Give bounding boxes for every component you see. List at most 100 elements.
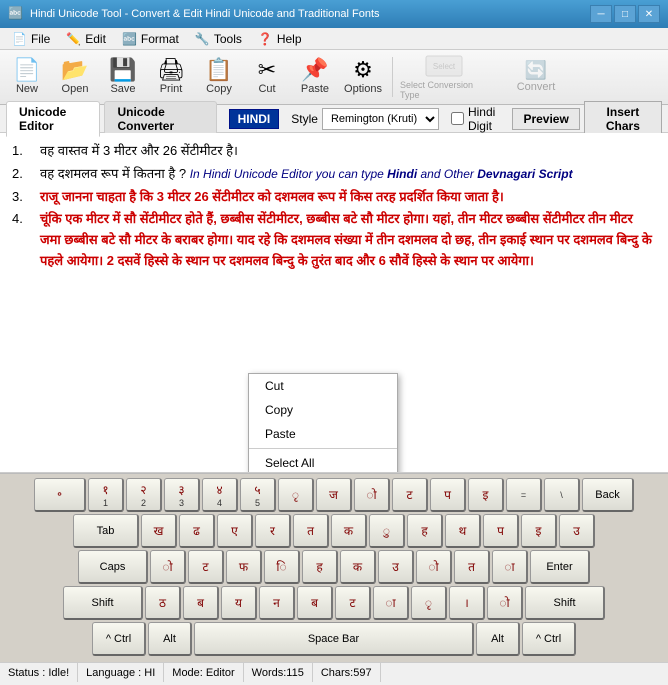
key-e[interactable]: ए: [217, 514, 253, 548]
context-menu: Cut Copy Paste Select All Language ▶ Edi…: [248, 373, 398, 473]
key-kha[interactable]: ख: [141, 514, 177, 548]
status-chars: Chars:597: [313, 663, 381, 682]
key-5[interactable]: ५5: [240, 478, 276, 512]
ctx-paste[interactable]: Paste: [249, 422, 397, 446]
key-3[interactable]: ३3: [164, 478, 200, 512]
key-na[interactable]: न: [259, 586, 295, 620]
ctx-copy[interactable]: Copy: [249, 398, 397, 422]
key-aa[interactable]: ा: [492, 550, 528, 584]
key-shift-right[interactable]: Shift: [525, 586, 605, 620]
convert-button[interactable]: 🔄 Convert: [491, 53, 581, 101]
key-backslash[interactable]: \: [544, 478, 580, 512]
key-ta4[interactable]: त: [454, 550, 490, 584]
paste-icon: 📌: [301, 59, 328, 81]
key-ya[interactable]: य: [221, 586, 257, 620]
insert-chars-button[interactable]: Insert Chars: [584, 101, 662, 137]
key-pa2[interactable]: प: [483, 514, 519, 548]
options-button[interactable]: ⚙ Options: [340, 53, 386, 101]
key-1[interactable]: १1: [88, 478, 124, 512]
key-ttha[interactable]: ठ: [145, 586, 181, 620]
key-ha2[interactable]: ह: [302, 550, 338, 584]
key-enter[interactable]: Enter: [530, 550, 590, 584]
key-4[interactable]: ४4: [202, 478, 238, 512]
menu-help[interactable]: ❓ Help: [250, 29, 310, 49]
key-viram[interactable]: ।: [449, 586, 485, 620]
copy-button[interactable]: 📋 Copy: [196, 53, 242, 101]
key-equals[interactable]: =: [506, 478, 542, 512]
key-ra[interactable]: र: [255, 514, 291, 548]
window-controls: ─ □ ✕: [590, 5, 660, 23]
key-backspace[interactable]: Back: [582, 478, 634, 512]
menu-file[interactable]: 📄 File: [4, 29, 58, 49]
key-ha[interactable]: ह: [407, 514, 443, 548]
save-button[interactable]: 💾 Save: [100, 53, 146, 101]
key-rrik[interactable]: ृ: [278, 478, 314, 512]
key-ee2[interactable]: इ: [521, 514, 557, 548]
hindi-digit-checkbox[interactable]: Hindi Digit: [451, 105, 509, 133]
ctx-cut[interactable]: Cut: [249, 374, 397, 398]
key-ta3[interactable]: ट: [188, 550, 224, 584]
key-ctrl-right[interactable]: ^ Ctrl: [522, 622, 576, 656]
style-label: Style: [291, 112, 318, 126]
key-oo2[interactable]: ो: [150, 550, 186, 584]
tab-converter[interactable]: Unicode Converter: [104, 101, 216, 136]
key-tilde[interactable]: ॰: [34, 478, 86, 512]
svg-text:Select: Select: [433, 62, 456, 71]
key-ta5[interactable]: ट: [335, 586, 371, 620]
key-i[interactable]: ि: [264, 550, 300, 584]
key-space[interactable]: Space Bar: [194, 622, 474, 656]
key-ka2[interactable]: क: [340, 550, 376, 584]
new-icon: 📄: [13, 59, 40, 81]
select-conversion-button[interactable]: Select Select Conversion Type: [399, 53, 489, 101]
maximize-button[interactable]: □: [614, 5, 636, 23]
key-ka[interactable]: क: [331, 514, 367, 548]
key-oo3[interactable]: ो: [416, 550, 452, 584]
key-u[interactable]: ु: [369, 514, 405, 548]
key-oo[interactable]: ो: [354, 478, 390, 512]
key-capslock[interactable]: Caps: [78, 550, 148, 584]
tab-editor[interactable]: Unicode Editor: [6, 101, 100, 137]
key-alt-right[interactable]: Alt: [476, 622, 520, 656]
key-tab[interactable]: Tab: [73, 514, 139, 548]
menu-tools[interactable]: 🔧 Tools: [187, 29, 250, 49]
menu-format[interactable]: 🔤 Format: [114, 29, 187, 49]
key-pa[interactable]: प: [430, 478, 466, 512]
key-oo4[interactable]: ो: [487, 586, 523, 620]
close-button[interactable]: ✕: [638, 5, 660, 23]
ctx-select-all[interactable]: Select All: [249, 451, 397, 473]
cut-button[interactable]: ✂ Cut: [244, 53, 290, 101]
key-tha[interactable]: थ: [445, 514, 481, 548]
open-button[interactable]: 📂 Open: [52, 53, 98, 101]
key-ta[interactable]: ट: [392, 478, 428, 512]
editor-content[interactable]: 1. वह वास्तव में 3 मीटर और 26 सेंटीमीटर …: [0, 133, 668, 282]
key-alt-left[interactable]: Alt: [148, 622, 192, 656]
key-ta2[interactable]: त: [293, 514, 329, 548]
keyboard-row-2: Tab ख ढ ए र त क ु ह थ प इ उ: [4, 514, 664, 548]
style-select[interactable]: Remington (Kruti): [322, 108, 439, 130]
key-ctrl-left[interactable]: ^ Ctrl: [92, 622, 146, 656]
key-ee[interactable]: इ: [468, 478, 504, 512]
preview-button[interactable]: Preview: [512, 108, 579, 130]
print-button[interactable]: 🖨 Print: [148, 53, 194, 101]
key-ba2[interactable]: ब: [297, 586, 333, 620]
line-1: 1. वह वास्तव में 3 मीटर और 26 सेंटीमीटर …: [12, 141, 656, 162]
key-ba[interactable]: ब: [183, 586, 219, 620]
minimize-button[interactable]: ─: [590, 5, 612, 23]
new-button[interactable]: 📄 New: [4, 53, 50, 101]
editor-area[interactable]: 1. वह वास्तव में 3 मीटर और 26 सेंटीमीटर …: [0, 133, 668, 473]
line-2: 2. वह दशमलव रूप में कितना है ? In Hindi …: [12, 164, 656, 185]
key-rrik2[interactable]: ृ: [411, 586, 447, 620]
tools-icon: 🔧: [195, 32, 210, 46]
menu-edit[interactable]: ✏️ Edit: [58, 29, 114, 49]
options-icon: ⚙: [353, 59, 373, 81]
key-2[interactable]: २2: [126, 478, 162, 512]
key-ja[interactable]: ज: [316, 478, 352, 512]
paste-button[interactable]: 📌 Paste: [292, 53, 338, 101]
key-u2[interactable]: उ: [559, 514, 595, 548]
key-aa2[interactable]: ा: [373, 586, 409, 620]
hindi-digit-input[interactable]: [451, 112, 464, 125]
key-pha[interactable]: फ: [226, 550, 262, 584]
key-shift-left[interactable]: Shift: [63, 586, 143, 620]
key-u3[interactable]: उ: [378, 550, 414, 584]
key-ddha[interactable]: ढ: [179, 514, 215, 548]
